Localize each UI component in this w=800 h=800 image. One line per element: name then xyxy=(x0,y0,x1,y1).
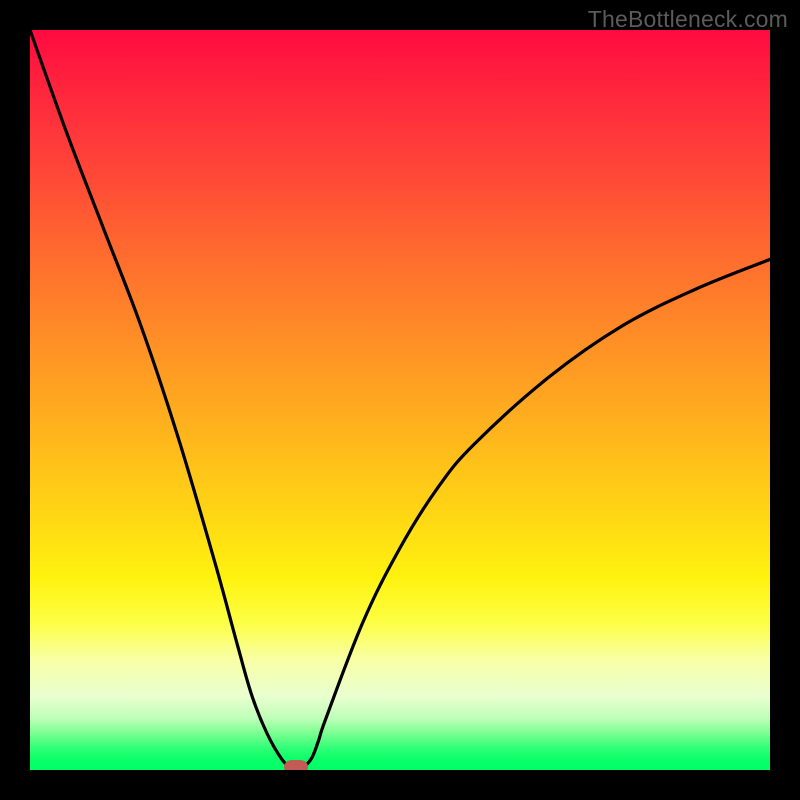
plot-area xyxy=(30,30,770,770)
watermark-text: TheBottleneck.com xyxy=(588,6,788,33)
plot-frame xyxy=(30,30,770,770)
optimum-marker xyxy=(284,760,308,770)
curve-layer xyxy=(30,30,770,770)
chart-canvas: TheBottleneck.com xyxy=(0,0,800,800)
bottleneck-curve xyxy=(30,30,770,770)
